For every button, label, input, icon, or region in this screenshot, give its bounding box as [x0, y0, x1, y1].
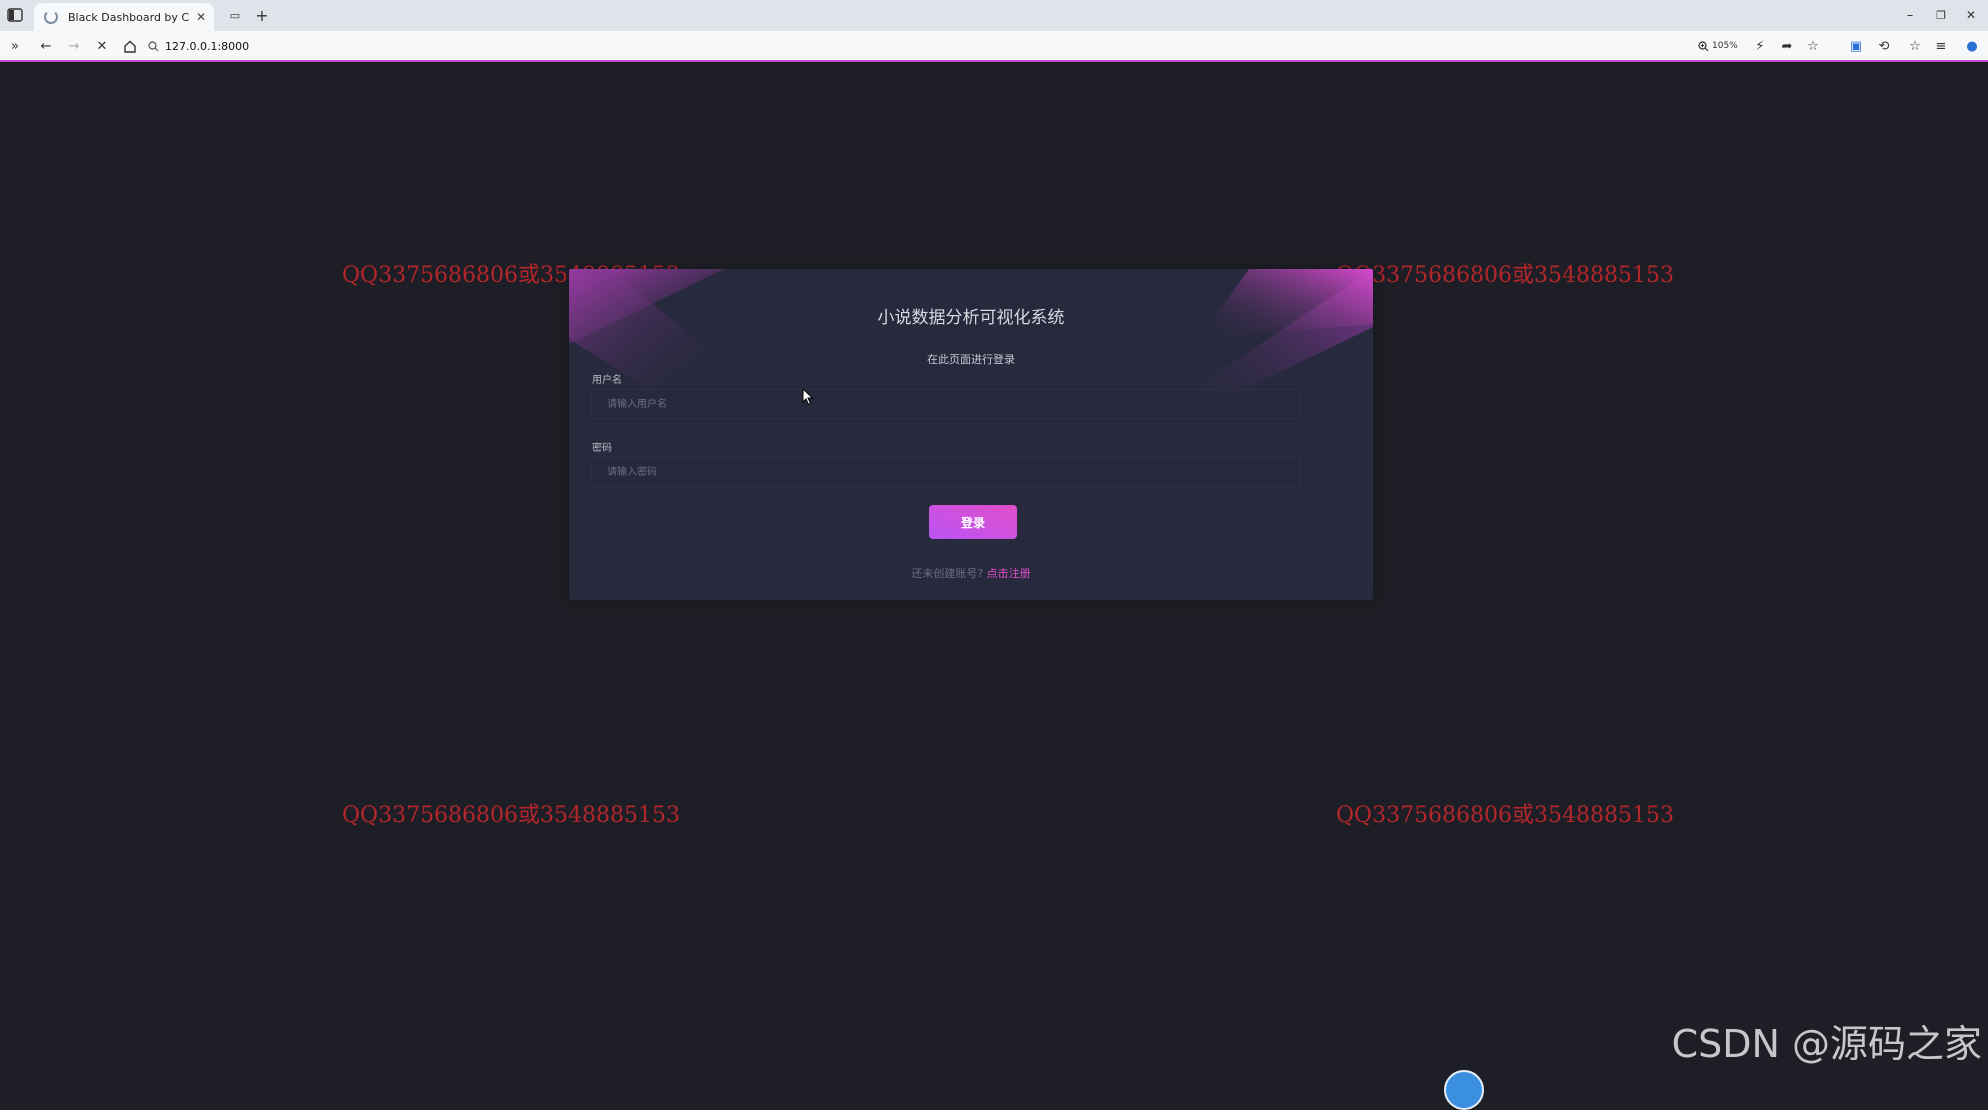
restore-icon[interactable]: ❐ [1931, 5, 1951, 25]
login-card: 小说数据分析可视化系统 在此页面进行登录 用户名 密码 登录 还未创建账号? 点… [569, 269, 1373, 600]
new-tab-icon[interactable]: + [252, 5, 272, 25]
favorite-star-icon[interactable]: ☆ [1803, 36, 1823, 56]
zoom-indicator[interactable]: 105% [1698, 36, 1738, 56]
register-line: 还未创建账号? 点击注册 [569, 565, 1373, 581]
login-button[interactable]: 登录 [929, 505, 1017, 539]
qq-watermark: QQ3375686806或3548885153 [1336, 263, 1675, 288]
minimize-icon[interactable]: – [1900, 5, 1920, 25]
page-title: 小说数据分析可视化系统 [877, 308, 1065, 328]
password-label: 密码 [592, 443, 612, 454]
zoom-level: 105% [1712, 41, 1738, 51]
sidebar-toggle-icon[interactable] [5, 5, 25, 25]
profile-avatar-icon[interactable]: ● [1962, 36, 1982, 56]
stop-loading-icon[interactable]: ✕ [92, 36, 112, 56]
search-icon [148, 41, 159, 52]
close-tab-icon[interactable]: ✕ [196, 10, 206, 24]
back-icon[interactable]: ← [36, 36, 56, 56]
expand-icon[interactable]: » [5, 36, 25, 56]
share-icon[interactable]: ➦ [1777, 36, 1797, 56]
loading-icon [44, 10, 58, 24]
browser-tab-bar: Black Dashboard by Creative ✕ ▭ + – ❐ ✕ [0, 0, 1988, 31]
extensions-icon[interactable]: ⟲ [1874, 36, 1894, 56]
close-window-icon[interactable]: ✕ [1961, 5, 1981, 25]
username-input[interactable] [591, 389, 1301, 419]
password-input[interactable] [591, 457, 1301, 487]
qq-watermark: QQ3375686806或3548885153 [1336, 803, 1675, 828]
floating-assistant-icon[interactable] [1444, 1070, 1484, 1110]
csdn-watermark: CSDN @源码之家 [1671, 1022, 1982, 1066]
browser-address-bar: » ← → ✕ 127.0.0.1:8000 ⚡ ➦ ☆ ▣ ⟲ ☆ ≡ ● [0, 31, 1988, 62]
tab-collection-icon[interactable]: ▭ [225, 5, 245, 25]
lightning-icon[interactable]: ⚡ [1750, 36, 1770, 56]
translate-icon[interactable]: ▣ [1846, 36, 1866, 56]
url-text: 127.0.0.1:8000 [165, 40, 250, 53]
page-subtitle: 在此页面进行登录 [927, 353, 1015, 366]
forward-icon[interactable]: → [64, 36, 84, 56]
bookmarks-icon[interactable]: ☆ [1905, 36, 1925, 56]
zoom-icon [1698, 40, 1709, 51]
url-field[interactable]: 127.0.0.1:8000 [148, 36, 1688, 57]
tab-title: Black Dashboard by Creative [68, 10, 190, 24]
qq-watermark: QQ3375686806或3548885153 [342, 803, 681, 828]
home-icon[interactable] [120, 36, 140, 56]
register-prompt: 还未创建账号? [911, 567, 984, 580]
menu-icon[interactable]: ≡ [1931, 36, 1951, 56]
mouse-cursor-icon [802, 388, 814, 406]
browser-tab[interactable]: Black Dashboard by Creative ✕ [34, 3, 214, 31]
register-link[interactable]: 点击注册 [987, 567, 1031, 580]
username-label: 用户名 [592, 375, 622, 386]
